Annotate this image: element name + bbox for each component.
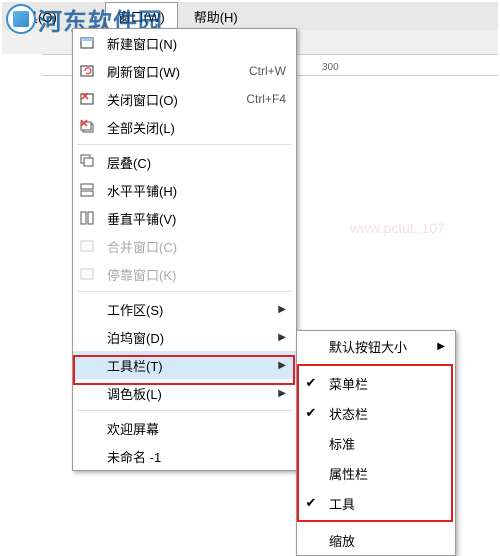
tile-v-icon (73, 204, 103, 232)
help-menu[interactable]: 帮助(H) (182, 3, 250, 30)
sub-menubar[interactable]: ✔ 菜单栏 (297, 368, 455, 398)
sub-label: 工具 (325, 494, 445, 513)
menu-cascade[interactable]: 层叠(C) (73, 148, 296, 176)
window-dropdown: 新建窗口(N) 刷新窗口(W) Ctrl+W 关闭窗口(O) Ctrl+F4 全… (72, 28, 297, 471)
logo-icon (6, 4, 36, 34)
menu-label: 全部关闭(L) (103, 118, 286, 137)
sub-tools[interactable]: ✔ 工具 (297, 488, 455, 518)
toolbars-submenu: 默认按钮大小 ▶ ✔ 菜单栏 ✔ 状态栏 标准 属性栏 ✔ 工具 缩放 (296, 330, 456, 556)
chevron-right-icon: ▶ (274, 388, 286, 399)
menu-palettes[interactable]: 调色板(L) ▶ (73, 379, 296, 407)
menu-label: 新建窗口(N) (103, 34, 286, 53)
watermark-site: www.pctut..107 (350, 220, 445, 236)
separator (301, 364, 451, 365)
close-window-icon (73, 85, 103, 113)
refresh-icon (73, 57, 103, 85)
chevron-right-icon: ▶ (433, 341, 445, 352)
chevron-right-icon: ▶ (274, 360, 286, 371)
sub-default-size[interactable]: 默认按钮大小 ▶ (297, 331, 455, 361)
separator (77, 144, 292, 145)
blank-icon (73, 442, 103, 470)
menu-refresh[interactable]: 刷新窗口(W) Ctrl+W (73, 57, 296, 85)
sub-zoom[interactable]: 缩放 (297, 525, 455, 555)
blank-icon (73, 379, 103, 407)
check-icon: ✔ (297, 405, 325, 421)
blank-icon (73, 295, 103, 323)
menu-shortcut: Ctrl+F4 (246, 92, 286, 106)
blank-icon (73, 414, 103, 442)
separator (77, 291, 292, 292)
sub-label: 缩放 (325, 531, 445, 550)
sub-label: 默认按钮大小 (325, 337, 433, 356)
chevron-right-icon: ▶ (274, 304, 286, 315)
menu-label: 刷新窗口(W) (103, 62, 237, 81)
dock-icon (73, 260, 103, 288)
menu-label: 水平平铺(H) (103, 181, 286, 200)
menu-label: 工具栏(T) (103, 356, 274, 375)
close-all-icon (73, 113, 103, 141)
menu-label: 调色板(L) (103, 384, 274, 403)
menu-toolbars[interactable]: 工具栏(T) ▶ (73, 351, 296, 379)
new-window-icon (73, 29, 103, 57)
combine-icon (73, 232, 103, 260)
menu-label: 停靠窗口(K) (103, 265, 286, 284)
menu-close[interactable]: 关闭窗口(O) Ctrl+F4 (73, 85, 296, 113)
menu-combine: 合并窗口(C) (73, 232, 296, 260)
cascade-icon (73, 148, 103, 176)
sub-label: 标准 (325, 434, 445, 453)
menu-shortcut: Ctrl+W (249, 64, 286, 78)
blank-icon (73, 351, 103, 379)
blank-icon (73, 323, 103, 351)
menu-tile-h[interactable]: 水平平铺(H) (73, 176, 296, 204)
sub-label: 菜单栏 (325, 374, 445, 393)
sub-properties[interactable]: 属性栏 (297, 458, 455, 488)
menu-label: 工作区(S) (103, 300, 274, 319)
sub-standard[interactable]: 标准 (297, 428, 455, 458)
check-icon: ✔ (297, 375, 325, 391)
check-icon: ✔ (297, 495, 325, 511)
menu-new-window[interactable]: 新建窗口(N) (73, 29, 296, 57)
ruler-300: 300 (322, 62, 339, 73)
sub-statusbar[interactable]: ✔ 状态栏 (297, 398, 455, 428)
menu-dock-windows[interactable]: 泊坞窗(D) ▶ (73, 323, 296, 351)
menu-label: 欢迎屏幕 (103, 419, 286, 438)
menu-label: 垂直平铺(V) (103, 209, 286, 228)
separator (301, 521, 451, 522)
menu-label: 关闭窗口(O) (103, 90, 234, 109)
menu-close-all[interactable]: 全部关闭(L) (73, 113, 296, 141)
menu-untitled[interactable]: 未命名 -1 (73, 442, 296, 470)
menu-label: 层叠(C) (103, 153, 286, 172)
chevron-right-icon: ▶ (274, 332, 286, 343)
tile-h-icon (73, 176, 103, 204)
menu-workspace[interactable]: 工作区(S) ▶ (73, 295, 296, 323)
menu-tile-v[interactable]: 垂直平铺(V) (73, 204, 296, 232)
sub-label: 属性栏 (325, 464, 445, 483)
menu-label: 未命名 -1 (103, 447, 286, 466)
separator (77, 410, 292, 411)
menu-dock: 停靠窗口(K) (73, 260, 296, 288)
sub-label: 状态栏 (325, 404, 445, 423)
menu-label: 合并窗口(C) (103, 237, 286, 256)
menu-welcome[interactable]: 欢迎屏幕 (73, 414, 296, 442)
menu-label: 泊坞窗(D) (103, 328, 274, 347)
